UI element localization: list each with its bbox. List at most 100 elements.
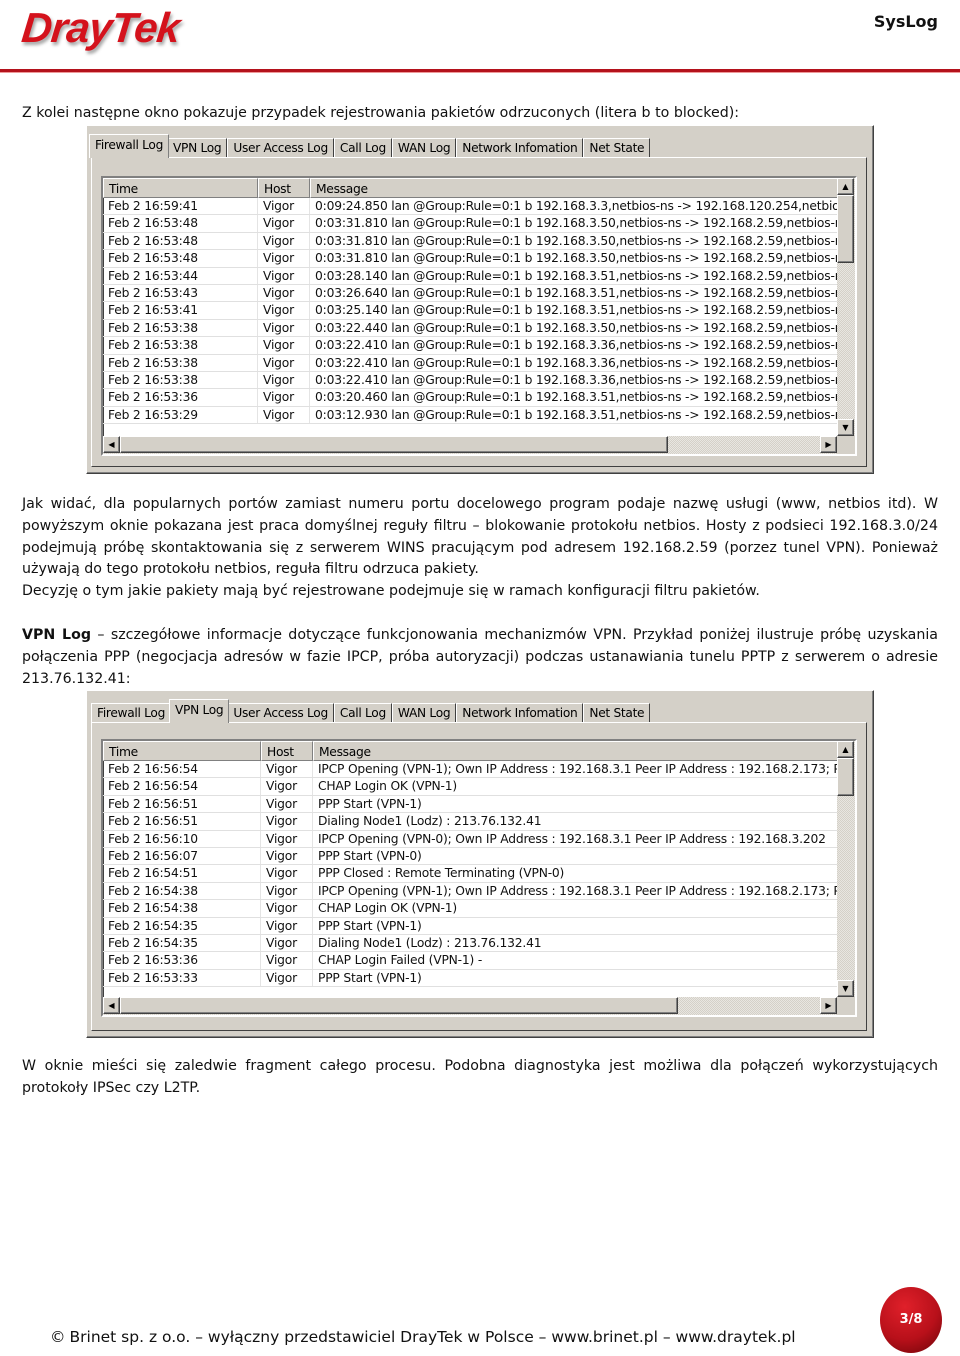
log-host: Vigor [261, 813, 313, 830]
horizontal-scroll-thumb[interactable] [120, 997, 678, 1014]
tab-wan-log[interactable]: WAN Log [391, 703, 457, 723]
column-header-message[interactable]: Message [310, 178, 837, 198]
log-row[interactable]: Feb 2 16:53:36 Vigor CHAP Login Failed (VP… [103, 952, 837, 970]
log-time: Feb 2 16:54:35 [103, 917, 261, 934]
scroll-left-icon[interactable]: ◀ [103, 997, 120, 1014]
vertical-scroll-thumb[interactable] [837, 758, 854, 796]
footer-text: Brinet sp. z o.o. – wyłączny przedstawic… [69, 1328, 796, 1346]
log-row[interactable]: Feb 2 16:54:38 Vigor CHAP Login OK (VPN-1) [103, 900, 837, 918]
log-time: Feb 2 16:53:29 [103, 406, 258, 424]
log-row[interactable]: Feb 2 16:53:29 Vigor 0:03:12.930 lan @Grou… [103, 406, 837, 425]
log-message: CHAP Login OK (VPN-1) [318, 779, 457, 794]
log-message: Dialing Node1 (Lodz) : 213.76.132.41 [318, 935, 542, 950]
log-row[interactable]: Feb 2 16:54:35 Vigor Dialing Node1 (Lodz) … [103, 934, 837, 953]
tab-firewall-log[interactable]: Firewall Log [89, 134, 170, 158]
log-row[interactable]: Feb 2 16:56:07 Vigor PPP Start (VPN-0) [103, 847, 837, 866]
tab-wan-log[interactable]: WAN Log [391, 138, 457, 158]
column-header-host[interactable]: Host [261, 741, 313, 761]
log-message: 0:03:26.640 lan @Group:Rule=0:1 b 192.16… [315, 285, 837, 300]
log-time: Feb 2 16:53:36 [103, 952, 261, 969]
log-host: Vigor [258, 198, 310, 215]
log-time: Feb 2 16:53:36 [103, 389, 258, 406]
log-host: Vigor [258, 319, 310, 337]
log-tabs: Firewall Log VPN Log User Access Log Call L… [91, 699, 651, 723]
vpn-log-term: VPN Log [22, 627, 91, 643]
log-time: Feb 2 16:56:10 [103, 830, 261, 847]
horizontal-scroll-thumb[interactable] [120, 436, 668, 453]
log-row[interactable]: Feb 2 16:53:41 Vigor 0:03:25.140 lan @Grou… [103, 302, 837, 320]
scroll-left-icon[interactable]: ◀ [103, 436, 120, 453]
log-row[interactable]: Feb 2 16:53:38 Vigor 0:03:22.440 lan @Grou… [103, 319, 837, 338]
vertical-scrollbar[interactable]: ▲ ▼ [837, 741, 855, 997]
horizontal-scrollbar[interactable]: ◀ ▶ [103, 436, 837, 454]
tab-user-access-log[interactable]: User Access Log [227, 138, 334, 158]
log-row[interactable]: Feb 2 16:56:51 Vigor PPP Start (VPN-1) [103, 795, 837, 814]
log-message: 0:03:12.930 lan @Group:Rule=0:1 b 192.16… [315, 407, 837, 422]
tab-user-access-log[interactable]: User Access Log [227, 703, 334, 723]
column-header-time[interactable]: Time [103, 741, 261, 761]
log-row[interactable]: Feb 2 16:53:38 Vigor 0:03:22.410 lan @Grou… [103, 337, 837, 355]
document-title: SysLog [873, 12, 938, 31]
log-row[interactable]: Feb 2 16:56:54 Vigor IPCP Opening (VPN-1);… [103, 761, 837, 779]
scroll-right-icon[interactable]: ▶ [820, 997, 837, 1014]
log-row[interactable]: Feb 2 16:53:38 Vigor 0:03:22.410 lan @Grou… [103, 371, 837, 390]
log-row[interactable]: Feb 2 16:53:33 Vigor PPP Start (VPN-1) [103, 969, 837, 988]
log-row[interactable]: Feb 2 16:56:10 Vigor IPCP Opening (VPN-0);… [103, 830, 837, 848]
column-header-message[interactable]: Message [313, 741, 837, 761]
tab-vpn-log[interactable]: VPN Log [167, 138, 228, 158]
log-time: Feb 2 16:59:41 [103, 198, 258, 215]
log-message: 0:03:22.440 lan @Group:Rule=0:1 b 192.16… [315, 320, 837, 335]
log-row[interactable]: Feb 2 16:53:38 Vigor 0:03:22.410 lan @Grou… [103, 354, 837, 372]
horizontal-scrollbar[interactable]: ◀ ▶ [103, 997, 837, 1015]
scroll-right-icon[interactable]: ▶ [820, 436, 837, 453]
log-tabs: Firewall Log VPN Log User Access Log Call L… [89, 134, 651, 158]
log-row[interactable]: Feb 2 16:54:51 Vigor PPP Closed : Remote T… [103, 865, 837, 883]
tab-firewall-log[interactable]: Firewall Log [91, 703, 172, 723]
log-row[interactable]: Feb 2 16:53:36 Vigor 0:03:20.460 lan @Grou… [103, 389, 837, 407]
log-row[interactable]: Feb 2 16:53:44 Vigor 0:03:28.140 lan @Grou… [103, 267, 837, 285]
log-message: 0:03:28.140 lan @Group:Rule=0:1 b 192.16… [315, 268, 837, 283]
list-header: Time Host Message [103, 178, 837, 198]
log-time: Feb 2 16:53:38 [103, 354, 258, 371]
log-time: Feb 2 16:53:48 [103, 250, 258, 267]
log-row[interactable]: Feb 2 16:53:48 Vigor 0:03:31.810 lan @Grou… [103, 250, 837, 268]
scroll-down-icon[interactable]: ▼ [837, 980, 854, 997]
log-time: Feb 2 16:54:51 [103, 865, 261, 882]
vertical-scroll-thumb[interactable] [837, 195, 854, 263]
tab-vpn-log[interactable]: VPN Log [169, 699, 230, 723]
vertical-scrollbar[interactable]: ▲ ▼ [837, 178, 855, 436]
tab-net-state[interactable]: Net State [583, 138, 651, 158]
explanation-paragraph: Jak widać, dla popularnych portów zamias… [22, 496, 938, 578]
column-header-time[interactable]: Time [103, 178, 258, 198]
log-row[interactable]: Feb 2 16:53:43 Vigor 0:03:26.640 lan @Grou… [103, 284, 837, 303]
log-host: Vigor [261, 900, 313, 917]
footer: © Brinet sp. z o.o. – wyłączny przedstawi… [50, 1328, 796, 1346]
log-host: Vigor [261, 882, 313, 900]
log-host: Vigor [258, 337, 310, 354]
tab-network-infomation[interactable]: Network Infomation [456, 138, 584, 158]
log-row[interactable]: Feb 2 16:56:54 Vigor CHAP Login OK (VPN-1) [103, 778, 837, 796]
log-row[interactable]: Feb 2 16:53:48 Vigor 0:03:31.810 lan @Grou… [103, 232, 837, 251]
firewall-log-list[interactable]: Time Host Message Feb 2 16:59:41 Vigor 0:0… [101, 176, 857, 456]
log-host: Vigor [261, 969, 313, 987]
log-host: Vigor [261, 847, 313, 865]
log-message: CHAP Login Failed (VPN-1) - [318, 953, 483, 968]
tab-net-state[interactable]: Net State [583, 703, 651, 723]
column-header-host[interactable]: Host [258, 178, 310, 198]
scroll-up-icon[interactable]: ▲ [837, 741, 854, 758]
tab-call-log[interactable]: Call Log [333, 138, 392, 158]
header-divider [0, 69, 960, 72]
vpn-log-window: Firewall Log VPN Log User Access Log Call L… [86, 690, 874, 1038]
log-row[interactable]: Feb 2 16:59:41 Vigor 0:09:24.850 lan @Grou… [103, 198, 837, 216]
log-row[interactable]: Feb 2 16:53:48 Vigor 0:03:31.810 lan @Grou… [103, 215, 837, 233]
scroll-up-icon[interactable]: ▲ [837, 178, 854, 195]
log-row[interactable]: Feb 2 16:54:35 Vigor PPP Start (VPN-1) [103, 917, 837, 935]
log-time: Feb 2 16:54:35 [103, 934, 261, 952]
tab-call-log[interactable]: Call Log [333, 703, 392, 723]
log-row[interactable]: Feb 2 16:54:38 Vigor IPCP Opening (VPN-1);… [103, 882, 837, 901]
log-row[interactable]: Feb 2 16:56:51 Vigor Dialing Node1 (Lodz) … [103, 813, 837, 831]
log-time: Feb 2 16:53:44 [103, 267, 258, 284]
vpn-log-list[interactable]: Time Host Message Feb 2 16:56:54 Vigor IPC… [101, 739, 857, 1017]
scroll-down-icon[interactable]: ▼ [837, 419, 854, 436]
tab-network-infomation[interactable]: Network Infomation [456, 703, 584, 723]
